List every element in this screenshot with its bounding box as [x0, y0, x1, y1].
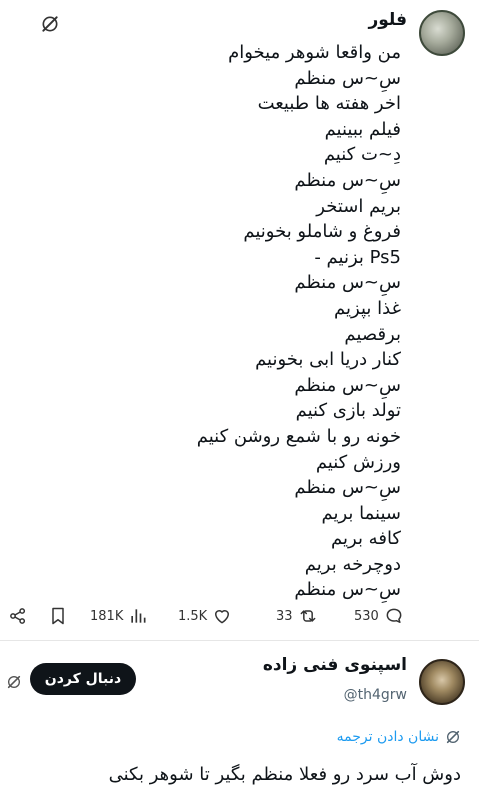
tweet-line: کافه بریم — [331, 528, 401, 550]
retweet-button[interactable]: 33 — [276, 606, 318, 626]
tweet-line: سینما بریم — [321, 502, 402, 524]
views-icon — [131, 609, 146, 623]
bookmark-icon — [52, 607, 64, 625]
views-count: 181K — [90, 608, 124, 624]
tweet-line: Ps5 بزنیم - — [314, 246, 401, 268]
tweet-line: سِ~س منظم — [294, 374, 401, 396]
tweet-line: سِ~س منظم — [294, 169, 401, 191]
share-button[interactable] — [8, 606, 28, 626]
tweet-line: ورزش کنیم — [315, 451, 401, 473]
tweet-line: تولد بازی کنیم — [295, 400, 401, 422]
reply-author-name[interactable]: اسپنوی فنی زاده — [263, 655, 407, 675]
tweet-line: دِ~ت کنیم — [323, 144, 401, 166]
reply-button[interactable]: 530 — [354, 606, 404, 626]
show-translation-label: نشان دادن ترجمه — [336, 729, 439, 745]
tweet-line: سِ~س منظم — [294, 67, 401, 89]
tweet-line: سِ~س منظم — [294, 272, 401, 294]
tweet-line: اخر هفته ها طبیعت — [257, 93, 401, 115]
tweet-line: برقصیم — [344, 323, 401, 345]
tweet-line: دوچرخه بریم — [304, 553, 401, 575]
avatar[interactable] — [419, 10, 465, 56]
reply-author-handle[interactable]: @th4grw — [344, 687, 407, 703]
likes-count: 1.5K — [178, 608, 208, 624]
views-button[interactable]: 181K — [90, 606, 148, 626]
reply-icon — [386, 608, 402, 623]
replies-count: 530 — [354, 608, 379, 624]
translate-icon — [446, 730, 460, 744]
tweet-line: سِ~س منظم — [294, 477, 401, 499]
tweet-line: بریم استخر — [316, 195, 401, 217]
tweet-line: من واقعا شوهر میخوام — [228, 42, 401, 63]
tweet-line: فروغ و شاملو بخونیم — [243, 221, 401, 243]
tweet-actions: 181K 1.5K 33 530 — [0, 600, 479, 634]
show-translation-link[interactable]: نشان دادن ترجمه — [337, 729, 461, 745]
tweet-line: خونه رو با شمع روشن کنیم — [196, 425, 401, 447]
retweet-icon — [300, 610, 315, 622]
follow-button[interactable]: دنبال کردن — [30, 663, 136, 695]
like-button[interactable]: 1.5K — [178, 606, 232, 626]
heart-icon — [215, 610, 230, 624]
tweet-body: من واقعا شوهر میخوام سِ~س منظم اخر هفته … — [41, 40, 401, 603]
reply-tweet: اسپنوی فنی زاده @th4grw دنبال کردن نشان … — [0, 641, 479, 800]
reply-body: دوش آب سرد رو فعلا منظم بگیر تا شوهر بکن… — [108, 764, 461, 785]
tweet-author-name[interactable]: فلور — [368, 10, 407, 30]
grok-icon[interactable] — [6, 674, 22, 690]
grok-icon[interactable] — [40, 14, 60, 34]
tweet-line: غذا بپزیم — [334, 297, 401, 319]
bookmark-button[interactable] — [48, 606, 68, 626]
share-icon — [10, 608, 26, 624]
avatar[interactable] — [419, 659, 465, 705]
tweet-line: کنار دریا ابی بخونیم — [255, 349, 401, 371]
tweet-line: فیلم ببینیم — [324, 118, 401, 140]
retweets-count: 33 — [276, 608, 293, 624]
tweet: فلور من واقعا شوهر میخوام سِ~س منظم اخر … — [0, 0, 479, 640]
